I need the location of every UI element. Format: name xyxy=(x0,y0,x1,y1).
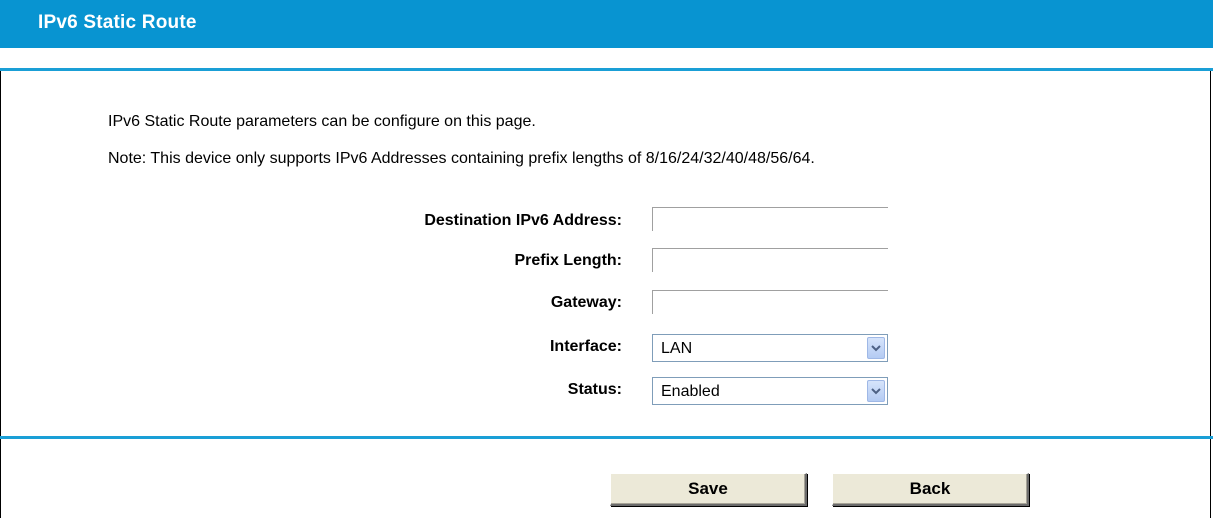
back-button[interactable]: Back xyxy=(832,473,1029,506)
chevron-down-icon[interactable] xyxy=(867,337,885,359)
status-select[interactable]: Enabled xyxy=(652,377,888,405)
interface-selected-value: LAN xyxy=(661,340,693,357)
title-bar: IPv6 Static Route xyxy=(0,0,1213,48)
gateway-label: Gateway: xyxy=(550,294,622,311)
chevron-down-icon[interactable] xyxy=(867,380,885,402)
title-strip xyxy=(0,48,1213,68)
destination-label: Destination IPv6 Address: xyxy=(424,212,622,229)
status-label: Status: xyxy=(567,381,622,398)
prefix-length-label: Prefix Length: xyxy=(514,252,622,269)
prefix-length-input[interactable] xyxy=(652,248,888,272)
top-divider xyxy=(0,68,1213,71)
note-text: Note: This device only supports IPv6 Add… xyxy=(108,150,815,167)
interface-select[interactable]: LAN xyxy=(652,334,888,362)
page-title: IPv6 Static Route xyxy=(38,12,197,33)
description-text: IPv6 Static Route parameters can be conf… xyxy=(108,113,536,130)
save-button[interactable]: Save xyxy=(610,473,807,506)
destination-ipv6-input[interactable] xyxy=(652,207,888,231)
gateway-input[interactable] xyxy=(652,290,888,314)
status-selected-value: Enabled xyxy=(661,383,720,400)
bottom-divider xyxy=(0,436,1213,439)
interface-label: Interface: xyxy=(549,338,622,355)
